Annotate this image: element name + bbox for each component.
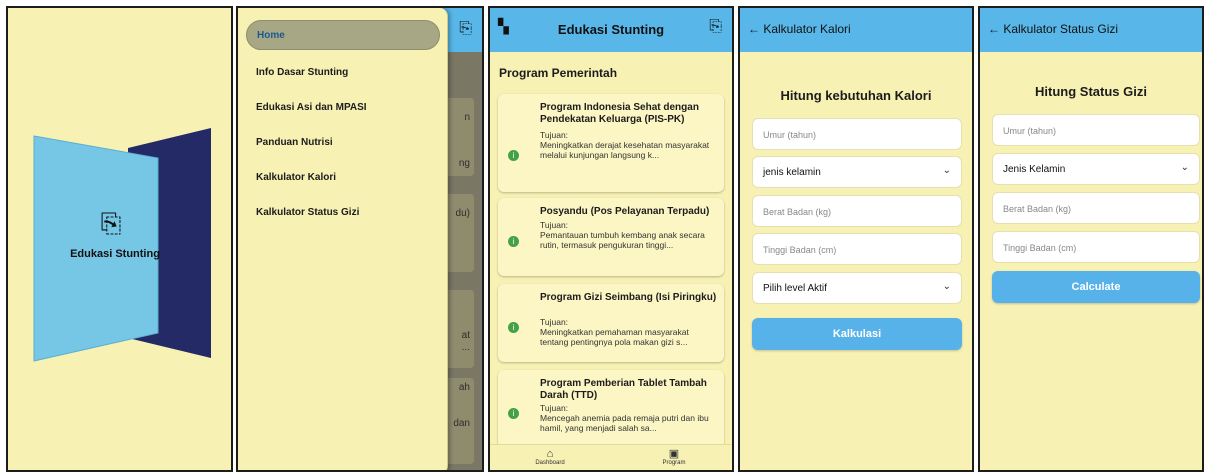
gender-value: jenis kelamin: [763, 167, 821, 178]
nav-dashboard[interactable]: ⌂ Dashboard: [520, 448, 580, 466]
chevron-down-icon: ⌄: [1180, 162, 1189, 173]
age-field[interactable]: Umur (tahun): [752, 118, 962, 150]
drawer-item-kalkulator-kalori[interactable]: Kalkulator Kalori: [246, 163, 440, 193]
app-bar: ← Kalkulator Status Gizi: [980, 8, 1202, 52]
weight-field[interactable]: Berat Badan (kg): [992, 192, 1200, 224]
terminal-icon: ▣: [668, 448, 680, 460]
app-bar: ▚ Edukasi Stunting ⎘: [490, 8, 732, 52]
info-icon: i: [508, 236, 519, 247]
info-icon: i: [508, 322, 519, 333]
drawer-item-edukasi-asi[interactable]: Edukasi Asi dan MPASI: [246, 93, 440, 123]
card-label: Tujuan:: [540, 317, 569, 327]
splash-title: Edukasi Stunting: [70, 248, 160, 260]
splash-screen: ⎘ Edukasi Stunting: [6, 6, 233, 472]
scroll-book-icon: ⎘: [100, 208, 122, 238]
card-title: Program Gizi Seimbang (Isi Piringku): [540, 292, 717, 303]
program-card[interactable]: i Program Indonesia Sehat dengan Pendeka…: [498, 94, 724, 192]
scroll-book-icon: ⎘: [709, 18, 722, 35]
card-title: Posyandu (Pos Pelayanan Terpadu): [540, 206, 710, 217]
card-title: Program Pemberian Tablet Tambah Darah (T…: [540, 378, 707, 401]
background-text: ...: [461, 342, 470, 353]
gender-value: Jenis Kelamin: [1003, 164, 1066, 175]
chevron-down-icon: ⌄: [942, 281, 951, 292]
card-label: Tujuan:: [540, 220, 569, 230]
door-illustration: [33, 128, 211, 362]
card-body: Mencegah anemia pada remaja putri dan ib…: [540, 413, 709, 433]
bottom-navigation: ⌂ Dashboard ▣ Program: [490, 444, 732, 470]
chevron-down-icon: ⌄: [942, 165, 951, 176]
card-body: Meningkatkan pemahaman masyarakat tentan…: [540, 327, 689, 347]
drawer-item-info-dasar[interactable]: Info Dasar Stunting: [246, 58, 440, 88]
page-title: Edukasi Stunting: [557, 22, 665, 37]
info-icon: i: [508, 150, 519, 161]
card-body: Pemantauan tumbuh kembang anak secara ru…: [540, 230, 705, 250]
form-heading: Hitung Status Gizi: [1035, 84, 1147, 99]
kalkulator-kalori-screen: ← Kalkulator Kalori Hitung kebutuhan Kal…: [738, 6, 974, 472]
back-title[interactable]: ← Kalkulator Kalori: [748, 22, 851, 36]
section-title: Program Pemerintah: [499, 66, 618, 80]
card-label: Tujuan:: [540, 130, 569, 140]
height-field[interactable]: Tinggi Badan (cm): [992, 231, 1200, 263]
nav-label: Program: [662, 460, 686, 466]
gender-select[interactable]: Jenis Kelamin ⌄: [992, 153, 1200, 185]
age-field[interactable]: Umur (tahun): [992, 114, 1200, 146]
height-field[interactable]: Tinggi Badan (cm): [752, 233, 962, 265]
background-text: n: [464, 112, 470, 123]
drawer-item-kalkulator-gizi[interactable]: Kalkulator Status Gizi: [246, 198, 440, 228]
program-card[interactable]: i Program Gizi Seimbang (Isi Piringku) T…: [498, 284, 724, 362]
drawer-item-panduan-nutrisi[interactable]: Panduan Nutrisi: [246, 128, 440, 158]
form-heading: Hitung kebutuhan Kalori: [780, 88, 932, 103]
activity-select[interactable]: Pilih level Aktif ⌄: [752, 272, 962, 304]
home-icon: ⌂: [546, 448, 554, 460]
card-label: Tujuan:: [540, 403, 569, 413]
weight-field[interactable]: Berat Badan (kg): [752, 195, 962, 227]
drawer-item-home[interactable]: Home: [246, 20, 440, 50]
navigation-drawer: Home Info Dasar Stunting Edukasi Asi dan…: [238, 8, 448, 470]
kalkulator-gizi-screen: ← Kalkulator Status Gizi Hitung Status G…: [978, 6, 1204, 472]
program-card[interactable]: i Program Pemberian Tablet Tambah Darah …: [498, 370, 724, 448]
program-screen: ▚ Edukasi Stunting ⎘ Program Pemerintah …: [488, 6, 734, 472]
kalkulasi-button[interactable]: Kalkulasi: [752, 318, 962, 350]
background-text: ng: [458, 158, 470, 169]
app-bar: ← Kalkulator Kalori: [740, 8, 972, 52]
nav-label: Dashboard: [535, 460, 565, 466]
info-icon: i: [508, 408, 519, 419]
background-text: at: [461, 330, 470, 341]
program-card[interactable]: i Posyandu (Pos Pelayanan Terpadu) Tujua…: [498, 198, 724, 276]
calculate-button[interactable]: Calculate: [992, 271, 1200, 303]
card-title: Program Indonesia Sehat dengan Pendekata…: [540, 102, 699, 125]
nav-program[interactable]: ▣ Program: [644, 448, 704, 466]
drawer-screen: ⎘ n ng du) at ... ah dan Home Info Dasar…: [236, 6, 484, 472]
background-text: ah: [458, 382, 470, 393]
activity-value: Pilih level Aktif: [763, 283, 827, 294]
background-text: dan: [453, 418, 470, 429]
gender-select[interactable]: jenis kelamin ⌄: [752, 156, 962, 188]
scroll-book-icon: ⎘: [459, 20, 472, 37]
card-body: Meningkatkan derajat kesehatan masyaraka…: [540, 140, 710, 160]
back-title[interactable]: ← Kalkulator Status Gizi: [988, 22, 1118, 36]
background-text: du): [455, 208, 470, 219]
